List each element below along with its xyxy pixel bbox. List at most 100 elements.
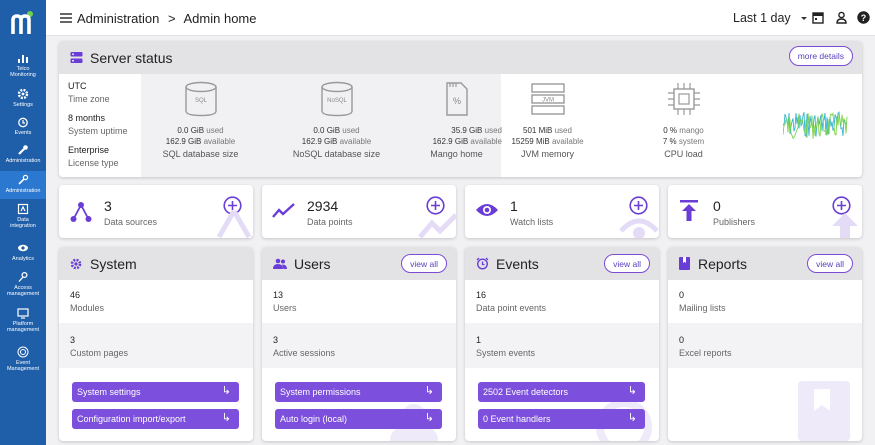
cpu-sparkline bbox=[783, 111, 848, 140]
nav-administration[interactable]: Administration bbox=[0, 144, 46, 164]
mango-logo[interactable] bbox=[0, 0, 46, 46]
config-import-export-label: Configuration import/export bbox=[77, 414, 186, 424]
events-title: Events bbox=[496, 255, 539, 272]
users-card: Users view all 13 Users 3 Active session… bbox=[262, 247, 456, 441]
monitor-icon bbox=[17, 308, 29, 319]
nav-label: integration bbox=[10, 223, 36, 229]
cpu-system: 7 % bbox=[662, 137, 677, 146]
event-detectors-label: 2502 Event detectors bbox=[483, 387, 569, 397]
memory-icon: JVM bbox=[530, 83, 565, 115]
license-block: Enterprise License type bbox=[68, 145, 119, 168]
calendar-icon[interactable] bbox=[812, 11, 824, 24]
nav-platform-management[interactable]: Platform management bbox=[0, 307, 46, 333]
system-settings-button[interactable]: System settings ↳ bbox=[72, 382, 239, 402]
nosql-title: NoSQL database size bbox=[292, 149, 381, 159]
active-sessions-row[interactable]: 3 Active sessions bbox=[262, 323, 456, 368]
nav-label: management bbox=[6, 327, 40, 333]
auto-login-button[interactable]: Auto login (local) ↳ bbox=[275, 409, 442, 429]
breadcrumb: Administration > Admin home bbox=[77, 11, 256, 26]
watch-lists-count: 1 bbox=[510, 198, 518, 214]
server-icon bbox=[70, 52, 83, 63]
report-book-icon bbox=[679, 257, 690, 270]
events-card: Events view all 16 Data point events 1 S… bbox=[465, 247, 659, 441]
database-icon: NoSQL bbox=[320, 81, 353, 117]
user-icon[interactable] bbox=[836, 11, 847, 24]
reports-watermark-icon bbox=[798, 381, 850, 441]
system-card: System 46 Modules 3 Custom pages System … bbox=[59, 247, 253, 441]
nav-event-management[interactable]: Event Management bbox=[0, 346, 46, 372]
custom-pages-row[interactable]: 3 Custom pages bbox=[59, 323, 253, 368]
publish-icon bbox=[680, 200, 698, 221]
watch-lists-label: Watch lists bbox=[510, 217, 554, 227]
uptime-label: System uptime bbox=[68, 126, 128, 136]
reports-card: Reports view all 0 Mailing lists 0 Excel… bbox=[668, 247, 862, 441]
svg-text:?: ? bbox=[861, 13, 867, 23]
nav-settings[interactable]: Settings bbox=[0, 88, 46, 108]
wrench-outline-icon bbox=[18, 174, 29, 185]
alarm-clock-icon bbox=[18, 117, 28, 128]
nav-label: Analytics bbox=[11, 256, 34, 262]
subdirectory-arrow-icon: ↳ bbox=[221, 412, 231, 424]
server-status-title: Server status bbox=[90, 49, 173, 66]
nav-label: Management bbox=[6, 366, 40, 372]
excel-reports-label: Excel reports bbox=[679, 348, 732, 358]
sql-avail-word: available bbox=[203, 137, 236, 146]
users-label: Users bbox=[273, 303, 297, 313]
hamburger-menu-icon[interactable] bbox=[60, 13, 72, 23]
timezone-value: UTC bbox=[68, 81, 87, 91]
mango-icon-text: % bbox=[452, 96, 460, 106]
breadcrumb-parent[interactable]: Administration bbox=[77, 11, 159, 26]
watch-lists-card[interactable]: 1 Watch lists bbox=[465, 185, 659, 238]
excel-reports-count: 0 bbox=[679, 335, 685, 345]
modules-label: Modules bbox=[70, 303, 105, 313]
cpu-mango: 0 % bbox=[663, 126, 678, 135]
side-navigation: Telco Monitoring Settings Events Administ… bbox=[0, 0, 46, 445]
jvm-used-word: used bbox=[554, 126, 572, 135]
users-row[interactable]: 13 Users bbox=[262, 280, 456, 323]
system-events-count: 1 bbox=[476, 335, 482, 345]
data-point-events-row[interactable]: 16 Data point events bbox=[465, 280, 659, 323]
nav-telco-monitoring[interactable]: Telco Monitoring bbox=[0, 52, 46, 78]
nosql-db-stat: NoSQL 0.0 GiB used 162.9 GiB available N… bbox=[280, 81, 393, 159]
reports-title: Reports bbox=[698, 255, 748, 272]
subdirectory-arrow-icon: ↳ bbox=[221, 385, 231, 397]
nav-label: Administration bbox=[5, 188, 41, 194]
more-details-button[interactable]: more details bbox=[788, 46, 853, 66]
sql-title: SQL database size bbox=[162, 149, 239, 159]
publishers-watermark-icon bbox=[832, 213, 858, 238]
server-status-header: Server status bbox=[59, 41, 862, 74]
reports-view-all-button[interactable]: view all bbox=[807, 254, 853, 273]
nav-label: Settings bbox=[13, 102, 33, 108]
modules-row[interactable]: 46 Modules bbox=[59, 280, 253, 323]
data-point-events-label: Data point events bbox=[476, 303, 547, 313]
system-title: System bbox=[90, 255, 137, 272]
mailing-lists-row[interactable]: 0 Mailing lists bbox=[668, 280, 862, 323]
users-view-all-button[interactable]: view all bbox=[401, 254, 447, 273]
excel-reports-row[interactable]: 0 Excel reports bbox=[668, 323, 862, 368]
event-detectors-button[interactable]: 2502 Event detectors ↳ bbox=[478, 382, 645, 402]
publishers-card[interactable]: 0 Publishers bbox=[668, 185, 862, 238]
custom-pages-label: Custom pages bbox=[70, 348, 129, 358]
gear-icon bbox=[70, 258, 82, 269]
nav-data-integration[interactable]: Data integration bbox=[0, 203, 46, 229]
people-icon bbox=[273, 258, 287, 269]
nav-events[interactable]: Events bbox=[0, 116, 46, 136]
system-events-row[interactable]: 1 System events bbox=[465, 323, 659, 368]
custom-pages-count: 3 bbox=[70, 335, 76, 345]
nosql-icon-text: NoSQL bbox=[327, 98, 347, 104]
data-points-label: Data points bbox=[307, 217, 353, 227]
nav-label: Monitoring bbox=[10, 72, 36, 78]
events-view-all-button[interactable]: view all bbox=[604, 254, 650, 273]
system-permissions-button[interactable]: System permissions ↳ bbox=[275, 382, 442, 402]
time-range-select[interactable]: Last 1 day bbox=[733, 11, 808, 25]
nav-access-management[interactable]: Access management bbox=[0, 271, 46, 297]
data-sources-card[interactable]: 3 Data sources bbox=[59, 185, 253, 238]
nav-label: management bbox=[6, 291, 40, 297]
help-icon[interactable]: ? bbox=[857, 11, 870, 24]
data-points-card[interactable]: 2934 Data points bbox=[262, 185, 456, 238]
config-import-export-button[interactable]: Configuration import/export ↳ bbox=[72, 409, 239, 429]
nav-administration-active[interactable]: Administration bbox=[0, 171, 46, 199]
sql-icon-text: SQL bbox=[194, 98, 207, 104]
event-handlers-button[interactable]: 0 Event handlers ↳ bbox=[478, 409, 645, 429]
nav-analytics[interactable]: Analytics bbox=[0, 242, 46, 262]
